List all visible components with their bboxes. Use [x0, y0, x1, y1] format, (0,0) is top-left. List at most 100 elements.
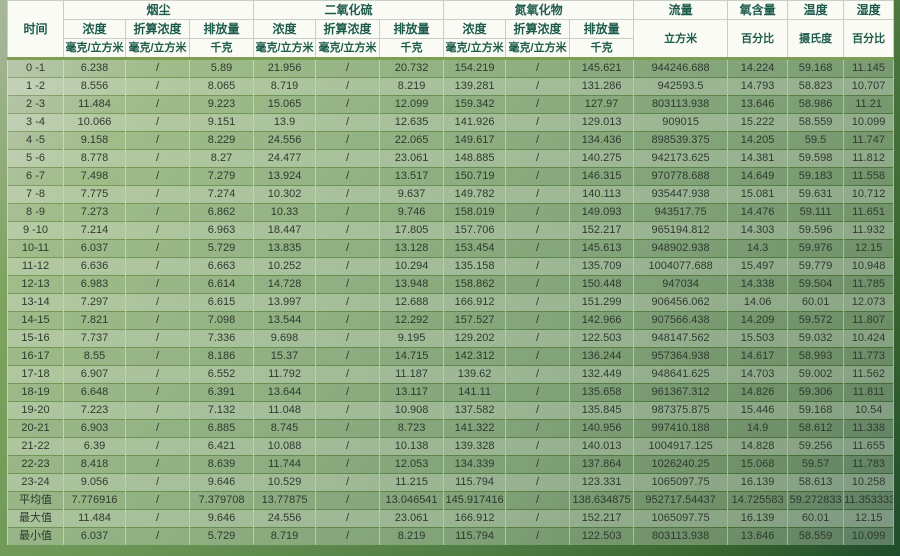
value-cell: 154.219: [444, 59, 506, 78]
value-cell: /: [316, 348, 380, 366]
value-cell: /: [316, 258, 380, 276]
value-cell: /: [506, 258, 570, 276]
value-cell: 137.582: [444, 402, 506, 420]
table-row: 20-216.903/6.8858.745/8.723141.322/140.9…: [8, 420, 894, 438]
value-cell: 8.556: [64, 78, 126, 96]
value-cell: 10.707: [844, 78, 894, 96]
value-cell: 59.168: [788, 402, 844, 420]
value-cell: 149.617: [444, 132, 506, 150]
header-so2-concentration-unit: 毫克/立方米: [254, 39, 316, 59]
value-cell: 7.214: [64, 222, 126, 240]
header-humidity-unit: 百分比: [844, 20, 894, 59]
time-cell: 20-21: [8, 420, 64, 438]
value-cell: 7.273: [64, 204, 126, 222]
time-cell: 14-15: [8, 312, 64, 330]
table-row: 15-167.737/7.3369.698/9.195129.202/122.5…: [8, 330, 894, 348]
value-cell: 11.747: [844, 132, 894, 150]
time-cell: 最小值: [8, 528, 64, 546]
value-cell: 8.778: [64, 150, 126, 168]
value-cell: 8.719: [254, 78, 316, 96]
value-cell: 14.3: [728, 240, 788, 258]
value-cell: 10.302: [254, 186, 316, 204]
value-cell: 15.068: [728, 456, 788, 474]
value-cell: 6.421: [190, 438, 254, 456]
value-cell: 11.338: [844, 420, 894, 438]
header-temperature-unit: 摄氏度: [788, 20, 844, 59]
value-cell: 970778.688: [634, 168, 728, 186]
value-cell: 59.183: [788, 168, 844, 186]
value-cell: 961367.312: [634, 384, 728, 402]
value-cell: 15.446: [728, 402, 788, 420]
value-cell: 987375.875: [634, 402, 728, 420]
header-so2-converted-unit: 毫克/立方米: [316, 39, 380, 59]
value-cell: 14.725583: [728, 492, 788, 510]
value-cell: 10.088: [254, 438, 316, 456]
value-cell: 803113.938: [634, 528, 728, 546]
value-cell: 13.046541: [380, 492, 444, 510]
value-cell: 137.864: [570, 456, 634, 474]
table-row: 9 -107.214/6.96318.447/17.805157.706/152…: [8, 222, 894, 240]
time-cell: 10-11: [8, 240, 64, 258]
value-cell: /: [126, 456, 190, 474]
time-cell: 4 -5: [8, 132, 64, 150]
value-cell: /: [126, 150, 190, 168]
header-temperature: 温度: [788, 1, 844, 20]
value-cell: 145.621: [570, 59, 634, 78]
header-so2-converted: 折算浓度: [316, 20, 380, 39]
value-cell: 6.037: [64, 240, 126, 258]
header-smoke-concentration: 浓度: [64, 20, 126, 39]
value-cell: 17.805: [380, 222, 444, 240]
value-cell: 14.06: [728, 294, 788, 312]
value-cell: 5.729: [190, 240, 254, 258]
value-cell: 5.729: [190, 528, 254, 546]
value-cell: 6.39: [64, 438, 126, 456]
value-cell: 11.773: [844, 348, 894, 366]
value-cell: /: [316, 312, 380, 330]
value-cell: 9.646: [190, 474, 254, 492]
header-humidity: 湿度: [844, 1, 894, 20]
table-row: 8 -97.273/6.86210.33/9.746158.019/149.09…: [8, 204, 894, 222]
value-cell: 58.613: [788, 474, 844, 492]
value-cell: 14.728: [254, 276, 316, 294]
value-cell: /: [506, 222, 570, 240]
value-cell: 7.223: [64, 402, 126, 420]
value-cell: /: [316, 294, 380, 312]
value-cell: 11.484: [64, 510, 126, 528]
value-cell: 15.222: [728, 114, 788, 132]
time-cell: 13-14: [8, 294, 64, 312]
time-cell: 5 -6: [8, 150, 64, 168]
value-cell: /: [506, 420, 570, 438]
value-cell: /: [316, 510, 380, 528]
table-row: 23-249.056/9.64610.529/11.215115.794/123…: [8, 474, 894, 492]
value-cell: 14.381: [728, 150, 788, 168]
value-cell: /: [506, 348, 570, 366]
value-cell: /: [126, 330, 190, 348]
value-cell: 907566.438: [634, 312, 728, 330]
value-cell: /: [126, 492, 190, 510]
value-cell: /: [126, 438, 190, 456]
value-cell: 948641.625: [634, 366, 728, 384]
value-cell: 122.503: [570, 528, 634, 546]
value-cell: 131.286: [570, 78, 634, 96]
header-smoke-converted: 折算浓度: [126, 20, 190, 39]
value-cell: /: [316, 456, 380, 474]
value-cell: 157.527: [444, 312, 506, 330]
time-cell: 21-22: [8, 438, 64, 456]
time-cell: 6 -7: [8, 168, 64, 186]
value-cell: /: [506, 59, 570, 78]
value-cell: 11.048: [254, 402, 316, 420]
value-cell: 153.454: [444, 240, 506, 258]
value-cell: 8.186: [190, 348, 254, 366]
value-cell: 59.598: [788, 150, 844, 168]
header-nox-emission-unit: 千克: [570, 39, 634, 59]
value-cell: 11.353333: [844, 492, 894, 510]
value-cell: 11.932: [844, 222, 894, 240]
value-cell: /: [316, 150, 380, 168]
value-cell: /: [506, 96, 570, 114]
value-cell: 15.37: [254, 348, 316, 366]
value-cell: 141.11: [444, 384, 506, 402]
value-cell: /: [506, 330, 570, 348]
header-so2-emission-unit: 千克: [380, 39, 444, 59]
time-cell: 7 -8: [8, 186, 64, 204]
value-cell: /: [126, 258, 190, 276]
